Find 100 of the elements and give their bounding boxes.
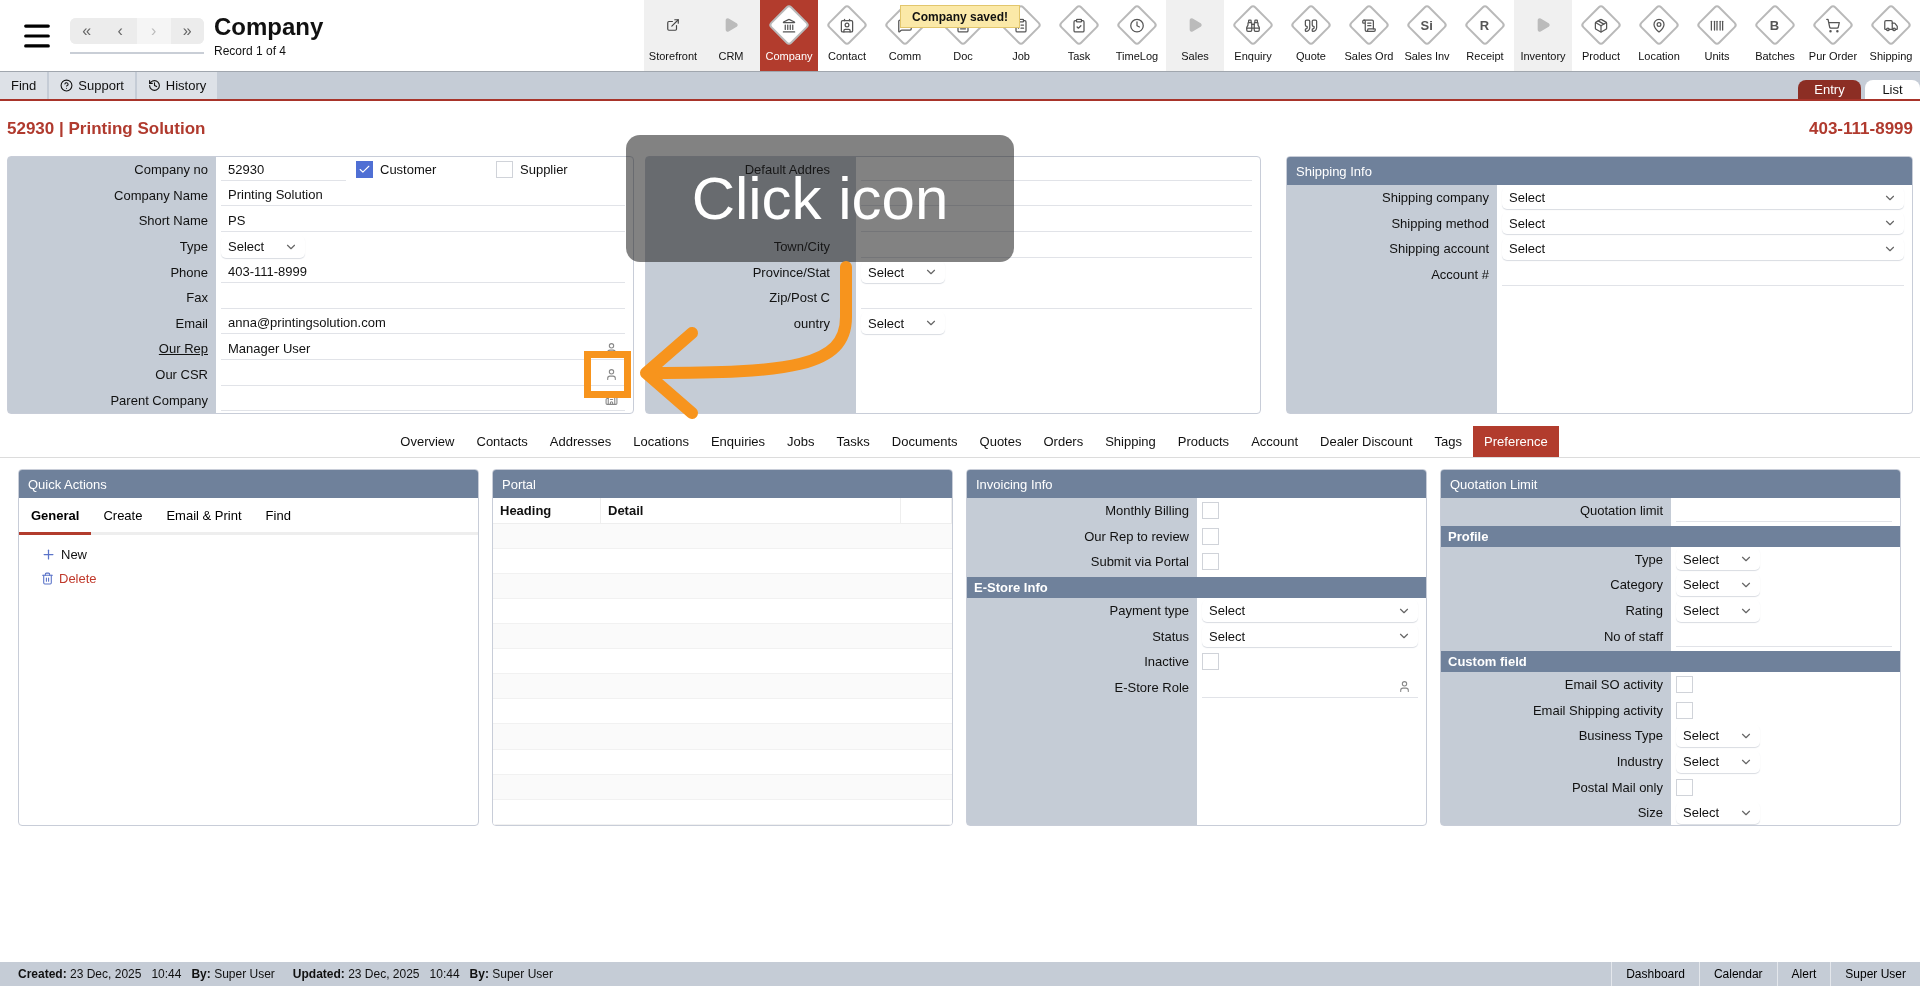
toolbar-button[interactable]: Support [49, 72, 135, 99]
select-field[interactable]: Select [861, 261, 945, 284]
panel-title: Shipping Info [1287, 157, 1912, 185]
field-label: Industry [1616, 754, 1663, 770]
tab[interactable]: Preference [1473, 426, 1559, 457]
input-field[interactable]: PS [221, 210, 625, 232]
tab[interactable]: Find [253, 498, 303, 535]
select-field[interactable]: Select [1676, 574, 1760, 596]
section-title: Profile [1441, 525, 1900, 547]
select-field[interactable]: Select [1202, 599, 1418, 622]
history-icon [147, 79, 161, 92]
tab[interactable]: Tags [1423, 426, 1474, 457]
module-button[interactable]: Company [760, 0, 818, 71]
select-field[interactable]: Select [1676, 750, 1760, 773]
module-button[interactable]: Sales [1166, 0, 1224, 71]
field-label: Account # [1431, 267, 1489, 283]
tab[interactable]: Contacts [465, 426, 539, 457]
checkbox[interactable] [356, 161, 373, 179]
module-button[interactable]: Inventory [1514, 0, 1572, 71]
toolbar-button[interactable]: History [136, 72, 218, 99]
select-field[interactable]: Select [1202, 625, 1418, 648]
select-field[interactable]: Select [861, 312, 945, 335]
field-label: Email [175, 315, 208, 331]
field-label: Company Name [114, 187, 208, 203]
tab[interactable]: Products [1166, 426, 1241, 457]
select-field[interactable]: Select [1676, 724, 1760, 747]
tab[interactable]: Shipping [1094, 426, 1167, 457]
panel-title: Quick Actions [19, 470, 478, 498]
field-label: No of staff [1604, 628, 1663, 644]
input-field[interactable]: Printing Solution [221, 184, 625, 207]
checkbox-label: Supplier [520, 162, 568, 178]
view-tab[interactable]: Entry [1798, 80, 1861, 99]
column-header: Detail [601, 498, 901, 523]
field-label[interactable]: Our Rep [158, 341, 208, 357]
field-label: Province/Stat [752, 264, 830, 280]
field-label: Monthly Billing [1105, 503, 1189, 519]
tab[interactable]: Create [91, 498, 155, 535]
field-label: Phone [170, 264, 208, 280]
field-label: Inactive [1144, 654, 1189, 670]
page-title: Company [214, 13, 325, 41]
select-field[interactable]: Select [1502, 186, 1904, 209]
panel-title: Portal [493, 470, 952, 498]
input-field[interactable]: 52930 [221, 158, 346, 181]
select-field[interactable]: Select [1502, 238, 1904, 260]
record-phone: 403-111-8999 [1809, 118, 1913, 139]
lookup-field[interactable]: Manager User [221, 337, 625, 360]
tab[interactable]: Tasks [825, 426, 881, 457]
action-link[interactable]: New [41, 547, 87, 562]
field-label: Submit via Portal [1090, 554, 1189, 570]
module-button[interactable]: CRM [702, 0, 760, 71]
field-label: Email Shipping activity [1532, 702, 1663, 718]
updated-info: Updated: 23 Dec, 2025 10:44 By: Super User [292, 967, 553, 981]
module-button[interactable]: Storefront [644, 0, 702, 71]
tab[interactable]: Jobs [776, 426, 826, 457]
tab[interactable]: Dealer Discount [1309, 426, 1424, 457]
footer-link[interactable]: Alert [1776, 962, 1831, 986]
select-field[interactable]: Select [1676, 548, 1760, 571]
field-label: Our CSR [155, 367, 208, 383]
external-link-icon [666, 18, 680, 32]
checkbox-label: Customer [380, 162, 437, 178]
tab[interactable]: Addresses [538, 426, 623, 457]
footer-link[interactable]: Dashboard [1611, 962, 1699, 986]
field-label: Shipping company [1382, 190, 1489, 206]
person-icon[interactable] [605, 367, 618, 381]
select-field[interactable]: Select [1502, 212, 1904, 235]
footer-link[interactable]: Super User [1830, 962, 1920, 986]
field-label: Parent Company [110, 392, 208, 408]
select-field[interactable]: Select [221, 235, 305, 258]
field-label: Category [1610, 577, 1663, 593]
tab[interactable]: Email & Print [154, 498, 254, 535]
triangle-icon [1187, 17, 1203, 33]
module-icon: Si [1405, 3, 1449, 47]
tab[interactable]: Documents [880, 426, 969, 457]
footer-link[interactable]: Calendar [1698, 962, 1777, 986]
input-field[interactable]: anna@printingsolution.com [221, 312, 625, 335]
tab[interactable]: Quotes [968, 426, 1033, 457]
view-tab[interactable]: List [1865, 80, 1920, 99]
action-link[interactable]: Delete [41, 571, 97, 586]
tab[interactable]: Overview [389, 426, 466, 457]
input-field[interactable]: 403-111-8999 [221, 261, 625, 284]
panel-title: Invoicing Info [967, 470, 1426, 498]
tab[interactable]: Locations [622, 426, 700, 457]
person-icon[interactable] [1398, 680, 1411, 694]
field-label: Quotation limit [1579, 503, 1663, 519]
triangle-icon [723, 17, 739, 33]
panel-title: Quotation Limit [1441, 470, 1900, 498]
field-label: Fax [186, 290, 208, 306]
field-label: Shipping method [1391, 215, 1489, 231]
select-field[interactable]: Select [1676, 599, 1760, 622]
toolbar-button[interactable]: Find [0, 72, 48, 99]
tab[interactable]: Account [1240, 426, 1310, 457]
field-label: Type [1634, 551, 1663, 567]
trash-icon [41, 572, 54, 585]
select-field[interactable]: Select [1676, 801, 1760, 824]
field-label: Email SO activity [1564, 677, 1663, 693]
tab[interactable]: General [19, 498, 92, 535]
field-label: Company no [134, 162, 208, 178]
tab[interactable]: Enquiries [699, 426, 777, 457]
tab[interactable]: Orders [1032, 426, 1095, 457]
module-icon: B [1753, 3, 1797, 47]
